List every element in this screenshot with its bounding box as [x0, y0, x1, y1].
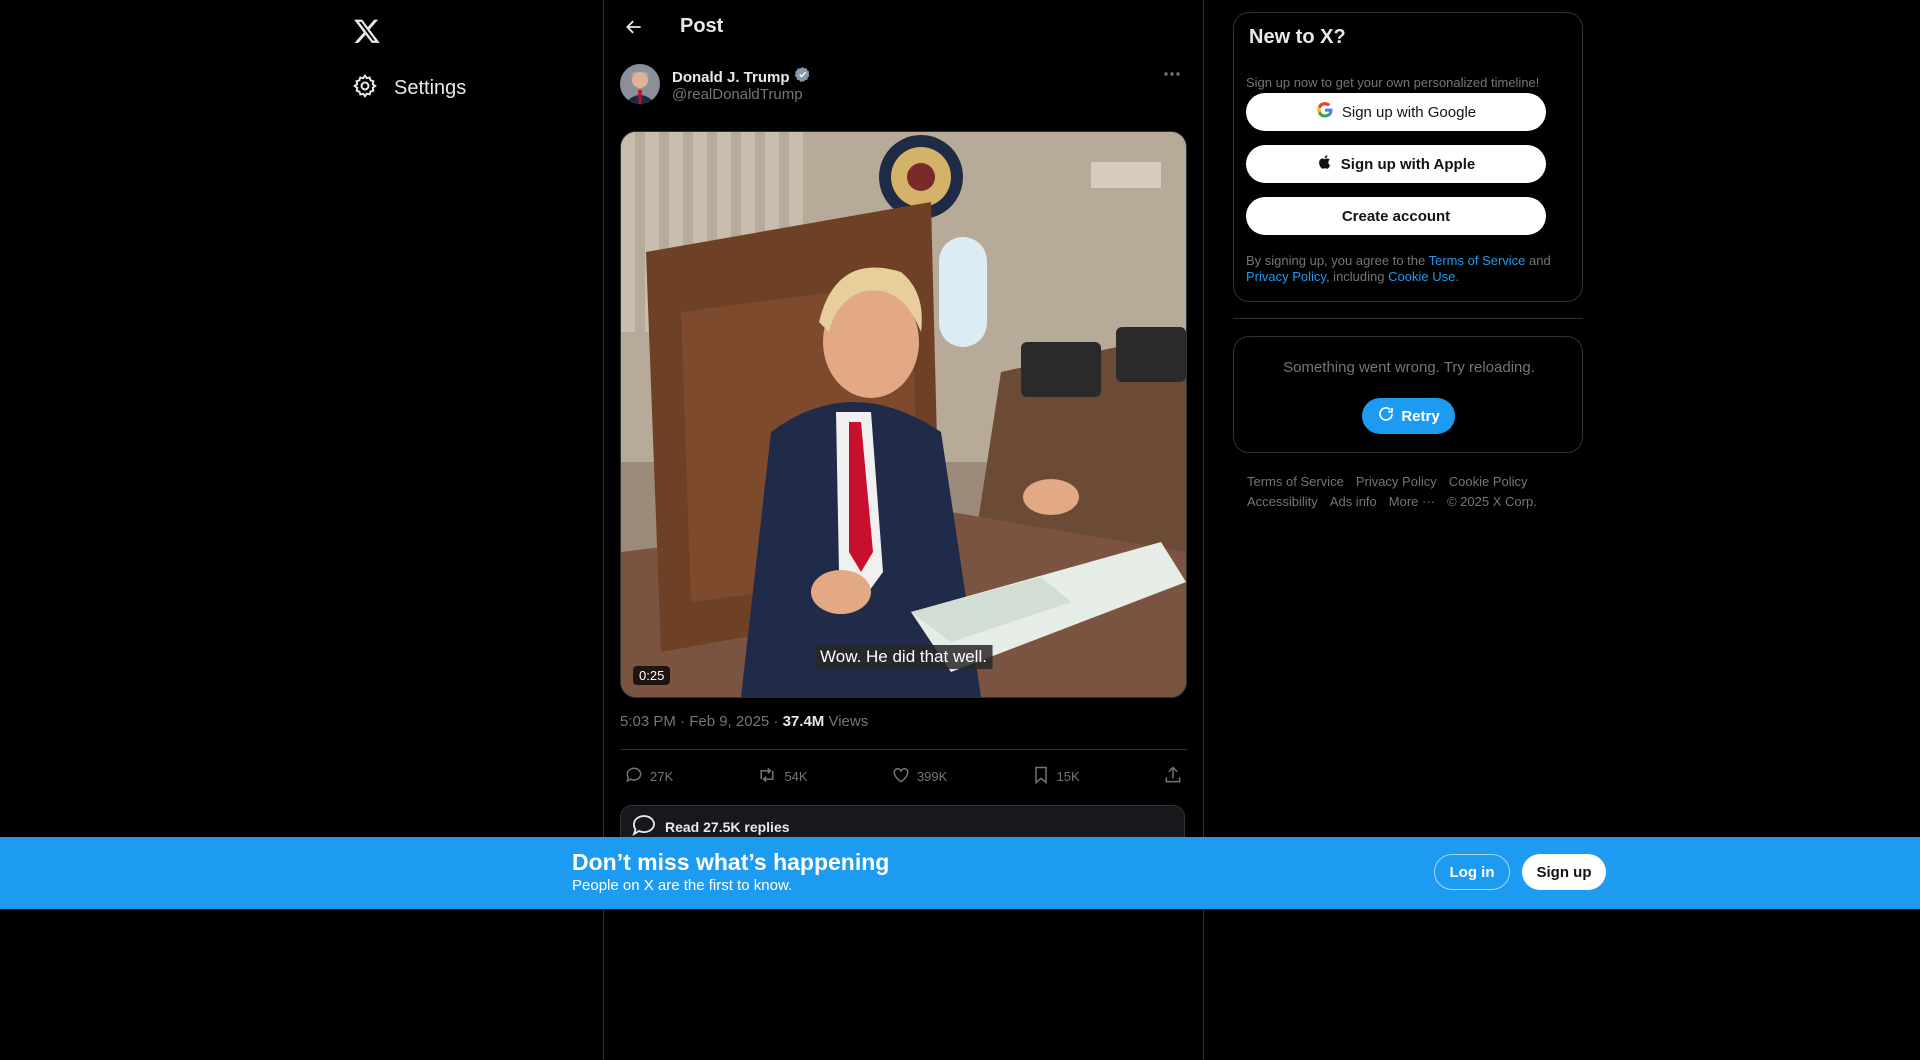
x-logo-icon[interactable]: [346, 10, 388, 52]
signup-google-button[interactable]: Sign up with Google: [1246, 93, 1546, 131]
signup-subtitle: Sign up now to get your own personalized…: [1246, 75, 1540, 90]
author-handle[interactable]: @realDonaldTrump: [672, 86, 803, 103]
video-frame: [621, 132, 1186, 697]
back-arrow-icon[interactable]: [620, 13, 648, 41]
footer-more-link[interactable]: More ···: [1389, 494, 1435, 509]
legal-text: and: [1525, 253, 1551, 268]
repost-button[interactable]: 54K: [752, 765, 811, 788]
legal-text: By signing up, you agree to the: [1246, 253, 1429, 268]
post-video[interactable]: 0:25 Wow. He did that well.: [620, 131, 1187, 698]
like-button[interactable]: 399K: [887, 765, 951, 788]
footer-accessibility-link[interactable]: Accessibility: [1247, 494, 1318, 509]
post-actions: 27K 54K 399K 15K: [620, 749, 1187, 803]
footer-privacy-link[interactable]: Privacy Policy: [1356, 474, 1437, 489]
terms-link[interactable]: Terms of Service: [1429, 253, 1526, 268]
reply-icon: [624, 765, 644, 788]
avatar[interactable]: [620, 64, 660, 104]
footer-links: Terms of Service Privacy Policy Cookie Pol…: [1247, 472, 1567, 512]
bookmark-icon: [1031, 765, 1051, 788]
legal-text: .: [1455, 269, 1459, 284]
share-button[interactable]: [1159, 765, 1187, 788]
views-count: 37.4M: [782, 713, 825, 730]
signup-banner: Don’t miss what’s happening People on X …: [0, 837, 1920, 909]
google-icon: [1316, 101, 1334, 123]
verified-badge-icon: [794, 66, 811, 88]
apple-icon: [1317, 153, 1333, 175]
heart-icon: [891, 765, 911, 788]
footer-copyright: © 2025 X Corp.: [1447, 494, 1537, 509]
signup-title: New to X?: [1249, 26, 1346, 48]
author-name[interactable]: Donald J. Trump: [672, 69, 790, 86]
reply-count: 27K: [650, 769, 674, 784]
post-meta: 5:03 PM · Feb 9, 2025 · 37.4M Views: [620, 713, 868, 730]
footer-cookie-link[interactable]: Cookie Policy: [1449, 474, 1528, 489]
signup-card: New to X? Sign up now to get your own pe…: [1233, 12, 1583, 302]
post-timestamp[interactable]: 5:03 PM · Feb 9, 2025 ·: [620, 713, 783, 730]
retry-button[interactable]: Retry: [1362, 398, 1455, 434]
banner-subtitle: People on X are the first to know.: [572, 877, 793, 894]
video-duration: 0:25: [633, 666, 671, 685]
post-author: Donald J. Trump @realDonaldTrump: [620, 64, 1187, 106]
share-icon: [1163, 765, 1183, 788]
signup-apple-label: Sign up with Apple: [1340, 155, 1476, 173]
create-account-button[interactable]: Create account: [1246, 197, 1546, 235]
legal-text: , including: [1325, 269, 1389, 284]
bookmark-button[interactable]: 15K: [1027, 765, 1084, 788]
sidebar-item-settings[interactable]: Settings: [340, 66, 478, 110]
error-message: Something went wrong. Try reloading.: [1283, 359, 1535, 376]
privacy-link[interactable]: Privacy Policy: [1246, 269, 1326, 284]
reply-button[interactable]: 27K: [620, 765, 677, 788]
signup-legal: By signing up, you agree to the Terms of…: [1246, 253, 1566, 285]
divider: [1233, 318, 1583, 319]
create-account-label: Create account: [1341, 207, 1451, 225]
error-card: Something went wrong. Try reloading. Ret…: [1233, 336, 1583, 453]
post-header: Post: [604, 0, 1203, 53]
footer-terms-link[interactable]: Terms of Service: [1247, 474, 1344, 489]
read-replies-label: Read 27.5K replies: [665, 819, 790, 835]
bookmark-count: 15K: [1056, 769, 1080, 784]
footer-ads-link[interactable]: Ads info: [1330, 494, 1377, 509]
gear-icon: [352, 73, 378, 104]
more-options-icon[interactable]: [1157, 64, 1187, 84]
repost-count: 54K: [784, 769, 808, 784]
video-caption: Wow. He did that well.: [814, 645, 993, 669]
signup-google-label: Sign up with Google: [1341, 103, 1477, 121]
sidebar-item-label: Settings: [394, 76, 467, 99]
page-title: Post: [680, 15, 724, 37]
cookie-use-link[interactable]: Cookie Use: [1388, 269, 1455, 284]
banner-headline: Don’t miss what’s happening: [572, 849, 890, 875]
login-button[interactable]: Log in: [1434, 854, 1510, 890]
signup-apple-button[interactable]: Sign up with Apple: [1246, 145, 1546, 183]
refresh-icon: [1377, 405, 1395, 427]
signup-button[interactable]: Sign up: [1522, 854, 1606, 890]
retry-label: Retry: [1401, 407, 1440, 425]
like-count: 399K: [916, 769, 948, 784]
views-label: Views: [824, 713, 869, 730]
repost-icon: [756, 765, 778, 788]
